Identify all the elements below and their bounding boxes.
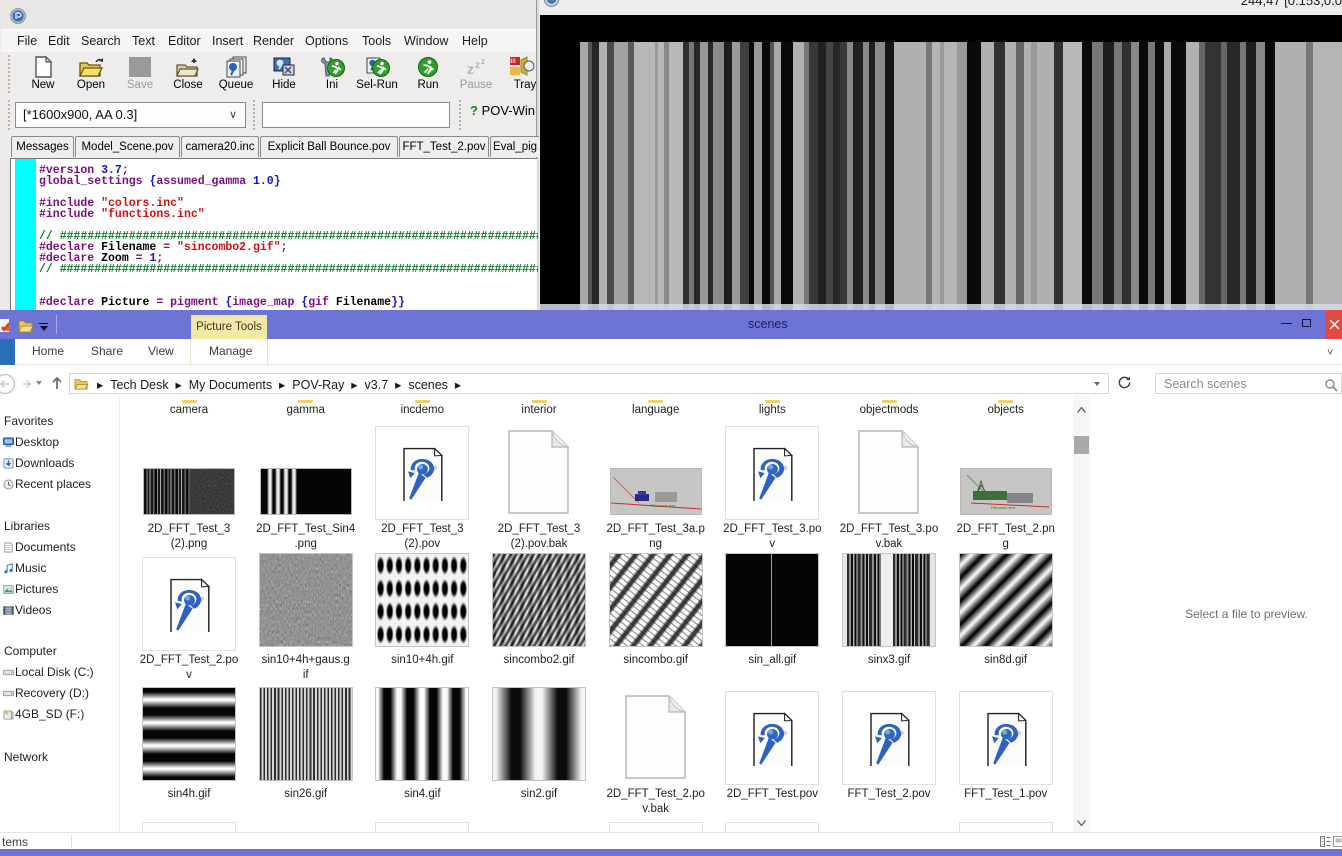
svg-text:Filename text: Filename text — [991, 505, 1016, 510]
svg-text:z: z — [467, 61, 474, 77]
svg-text:38: 38 — [509, 59, 516, 65]
svg-text:z: z — [475, 60, 480, 71]
svg-text:Filename text: Filename text — [651, 503, 676, 508]
svg-text:2: 2 — [481, 59, 485, 66]
